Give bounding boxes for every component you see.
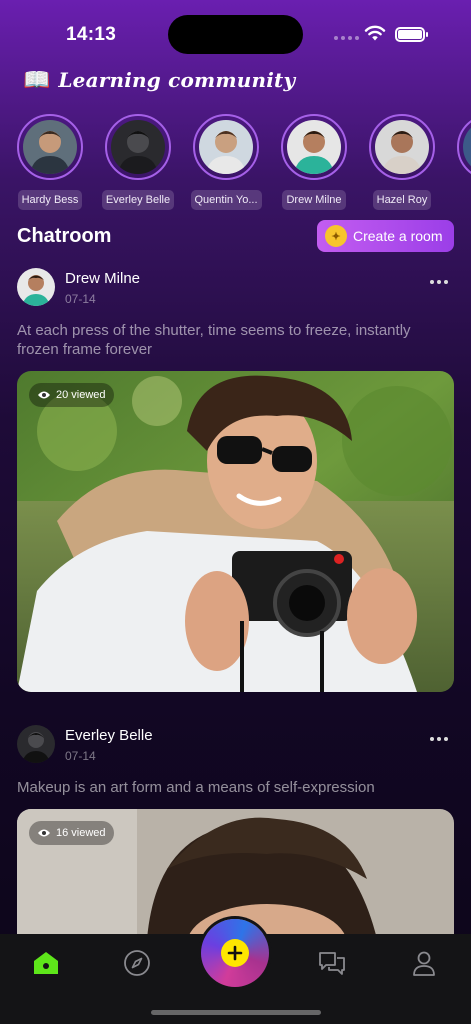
battery-icon [395,27,428,42]
post-header: Drew Milne 07-14 [17,268,454,308]
story-item[interactable]: Drew Milne [281,114,347,210]
profile-icon [413,951,435,976]
story-item[interactable]: Hardy Bess [17,114,83,210]
avatar [111,120,165,174]
eye-icon [38,391,50,399]
tab-profile[interactable] [409,948,439,978]
stories-row[interactable]: Hardy Bess Everley Belle Quentin Yo... Drew… [17,114,471,210]
post-author[interactable]: Drew Milne [65,270,140,287]
avatar [23,120,77,174]
chat-icon [319,952,345,975]
tab-messages[interactable] [317,948,347,978]
story-name: Quentin Yo... [190,190,262,210]
coin-icon: ✦ [325,225,347,247]
home-indicator [151,1010,321,1015]
story-item[interactable]: Hazel Roy [369,114,435,210]
dynamic-island [168,15,303,54]
status-bar: 14:13 [0,0,471,60]
story-ring [457,114,471,180]
story-name: Hardy Bess [17,190,83,210]
create-room-label: Create a room [353,228,443,244]
post-text: Makeup is an art form and a means of sel… [17,779,375,796]
compass-icon [124,950,150,976]
story-ring [105,114,171,180]
post-photo[interactable]: 20 viewed [17,371,454,692]
add-post-button[interactable] [201,919,269,987]
post-date: 07-14 [65,749,96,763]
add-icon [221,939,249,967]
post-text: At each press of the shutter, time seems… [17,322,411,358]
create-room-button[interactable]: ✦ Create a room [317,220,454,252]
views-badge: 20 viewed [29,383,114,407]
story-item[interactable]: Quentin Yo... [190,114,262,210]
app-title: Learning community [58,68,296,92]
photo-man-with-camera [17,371,454,692]
eye-icon [38,829,50,837]
wifi-icon [364,25,386,41]
cellular-signal-icon [334,36,359,40]
story-ring [369,114,435,180]
home-icon [34,952,58,974]
story-item[interactable]: Everley Belle [101,114,175,210]
story-ring [193,114,259,180]
app-header: 📖 Learning community [23,68,295,92]
avatar [199,120,253,174]
views-badge: 16 viewed [29,821,114,845]
avatar [463,120,471,174]
feed-post[interactable]: Everley Belle 07-14 Makeup is an art for… [17,725,454,939]
avatar [375,120,429,174]
avatar [287,120,341,174]
post-author[interactable]: Everley Belle [65,727,153,744]
story-ring [17,114,83,180]
more-options-icon[interactable] [430,737,448,741]
feed-post[interactable]: Drew Milne 07-14 At each press of the sh… [17,268,454,692]
story-name: Everley Belle [101,190,175,210]
post-date: 07-14 [65,292,96,306]
section-title: Chatroom [17,225,112,247]
book-icon: 📖 [23,67,51,92]
story-name: Hazel Roy [372,190,432,210]
tab-discover[interactable] [122,948,152,978]
views-count: 16 viewed [56,827,106,839]
post-header: Everley Belle 07-14 [17,725,454,765]
more-options-icon[interactable] [430,280,448,284]
tab-home[interactable] [31,948,61,978]
views-count: 20 viewed [56,389,106,401]
avatar[interactable] [17,268,55,306]
status-time: 14:13 [66,24,117,45]
avatar[interactable] [17,725,55,763]
story-ring [281,114,347,180]
story-name: Drew Milne [282,190,346,210]
story-item[interactable]: Pa... [457,114,471,210]
